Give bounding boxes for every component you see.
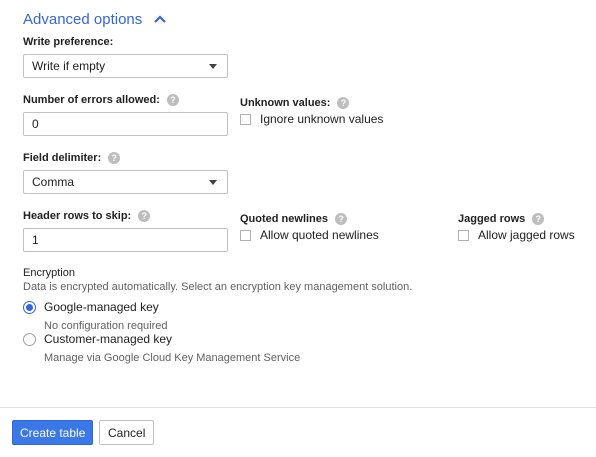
allow-jagged-rows-option[interactable]: Allow jagged rows: [458, 228, 575, 242]
errors-allowed-value: 0: [32, 117, 39, 131]
jagged-rows-label: Jagged rows ?: [458, 213, 545, 225]
help-icon[interactable]: ?: [335, 213, 348, 225]
errors-allowed-input[interactable]: 0: [23, 112, 228, 136]
ignore-unknown-values-option[interactable]: Ignore unknown values: [240, 112, 383, 126]
google-managed-key-radio[interactable]: [23, 301, 36, 314]
field-delimiter-value: Comma: [32, 175, 75, 189]
quoted-newlines-label: Quoted newlines ?: [240, 213, 348, 225]
google-managed-key-label: Google-managed key: [44, 300, 159, 314]
allow-jagged-rows-label: Allow jagged rows: [478, 228, 575, 242]
header-rows-value: 1: [32, 233, 39, 247]
write-preference-value: Write if empty: [32, 59, 106, 73]
help-icon[interactable]: ?: [337, 97, 350, 109]
customer-managed-key-label: Customer-managed key: [44, 332, 173, 346]
write-preference-select[interactable]: Write if empty: [23, 54, 228, 78]
cancel-button[interactable]: Cancel: [99, 420, 155, 445]
unknown-values-label: Unknown values: ?: [240, 97, 350, 109]
customer-managed-key-sub: Manage via Google Cloud Key Management S…: [44, 352, 301, 364]
advanced-options-toggle[interactable]: Advanced options: [23, 8, 168, 30]
allow-jagged-rows-checkbox[interactable]: [458, 229, 469, 241]
dropdown-arrow-icon: [209, 63, 217, 69]
help-icon[interactable]: ?: [138, 210, 151, 222]
google-managed-key-option[interactable]: Google-managed key No configuration requ…: [23, 300, 168, 332]
customer-managed-key-option[interactable]: Customer-managed key Manage via Google C…: [23, 332, 300, 364]
allow-quoted-newlines-option[interactable]: Allow quoted newlines: [240, 228, 379, 242]
google-managed-key-sub: No configuration required: [44, 320, 168, 332]
create-table-button[interactable]: Create table: [12, 420, 94, 445]
help-icon[interactable]: ?: [532, 213, 545, 225]
advanced-options-title: Advanced options: [23, 10, 143, 28]
write-preference-label: Write preference:: [23, 36, 114, 48]
ignore-unknown-values-checkbox[interactable]: [240, 113, 251, 125]
chevron-up-icon: [152, 11, 168, 27]
header-rows-input[interactable]: 1: [23, 228, 228, 252]
help-icon[interactable]: ?: [108, 152, 121, 164]
encryption-title: Encryption: [23, 267, 75, 279]
allow-quoted-newlines-label: Allow quoted newlines: [260, 228, 379, 242]
footer-divider: [0, 407, 596, 408]
customer-managed-key-radio[interactable]: [23, 333, 36, 346]
dropdown-arrow-icon: [209, 179, 217, 185]
ignore-unknown-values-label: Ignore unknown values: [260, 112, 384, 126]
errors-allowed-label: Number of errors allowed: ?: [23, 94, 179, 106]
allow-quoted-newlines-checkbox[interactable]: [240, 229, 251, 241]
field-delimiter-select[interactable]: Comma: [23, 170, 228, 194]
encryption-description: Data is encrypted automatically. Select …: [23, 281, 413, 293]
header-rows-label: Header rows to skip: ?: [23, 210, 151, 222]
help-icon[interactable]: ?: [166, 94, 179, 106]
field-delimiter-label: Field delimiter: ?: [23, 152, 121, 164]
